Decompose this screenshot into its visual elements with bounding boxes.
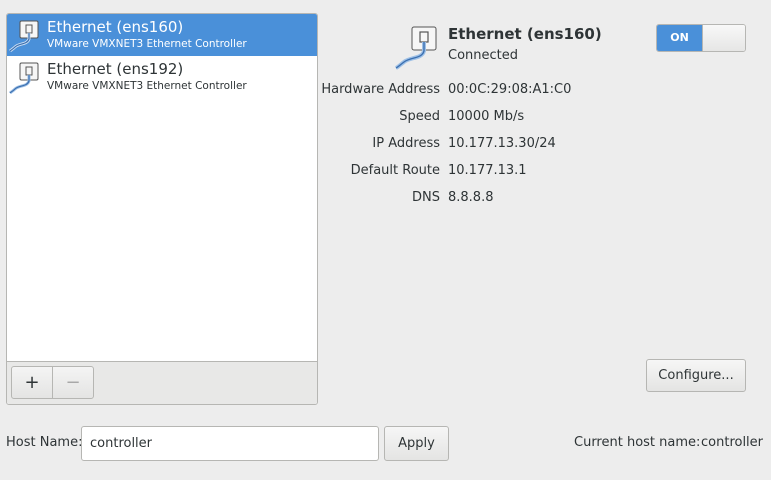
current-host-name-value: controller	[701, 435, 764, 450]
device-on-off-switch[interactable]: ON	[656, 24, 746, 52]
device-description: VMware VMXNET3 Ethernet Controller	[47, 80, 247, 92]
network-device-list-panel: Ethernet (ens160) VMware VMXNET3 Etherne…	[6, 13, 318, 405]
device-description: VMware VMXNET3 Ethernet Controller	[47, 38, 247, 50]
property-ip-address: IP Address 10.177.13.30/24	[330, 136, 750, 154]
device-row-ens192[interactable]: Ethernet (ens192) VMware VMXNET3 Etherne…	[7, 56, 317, 98]
remove-device-button[interactable]: −	[52, 366, 94, 399]
device-name: Ethernet (ens160)	[47, 18, 184, 36]
property-label: DNS	[412, 190, 440, 205]
property-value: 10000 Mb/s	[448, 109, 525, 124]
ethernet-icon	[9, 20, 39, 53]
property-label: IP Address	[372, 136, 440, 151]
property-value: 00:0C:29:08:A1:C0	[448, 82, 572, 97]
property-value: 10.177.13.1	[448, 163, 527, 178]
property-label: Default Route	[350, 163, 440, 178]
property-label: Hardware Address	[321, 82, 440, 97]
apply-button[interactable]: Apply	[384, 426, 449, 461]
device-title: Ethernet (ens160)	[448, 25, 602, 43]
current-host-name-label: Current host name:	[574, 435, 701, 450]
ethernet-icon	[9, 62, 39, 95]
property-value: 10.177.13.30/24	[448, 136, 556, 151]
ethernet-icon	[395, 26, 437, 70]
list-toolbar: + −	[7, 361, 317, 404]
property-speed: Speed 10000 Mb/s	[330, 109, 750, 127]
network-device-list: Ethernet (ens160) VMware VMXNET3 Etherne…	[7, 14, 317, 362]
connection-status: Connected	[448, 48, 519, 63]
configure-button[interactable]: Configure...	[646, 359, 746, 392]
host-name-input[interactable]	[81, 426, 379, 461]
device-name: Ethernet (ens192)	[47, 60, 184, 78]
add-device-button[interactable]: +	[11, 366, 53, 399]
property-dns: DNS 8.8.8.8	[330, 190, 750, 208]
switch-knob	[702, 25, 745, 51]
device-row-ens160[interactable]: Ethernet (ens160) VMware VMXNET3 Etherne…	[7, 14, 317, 56]
property-default-route: Default Route 10.177.13.1	[330, 163, 750, 181]
property-value: 8.8.8.8	[448, 190, 494, 205]
switch-on-label: ON	[657, 25, 702, 51]
property-label: Speed	[399, 109, 440, 124]
property-hardware-address: Hardware Address 00:0C:29:08:A1:C0	[321, 82, 750, 100]
host-name-label: Host Name:	[6, 435, 83, 450]
